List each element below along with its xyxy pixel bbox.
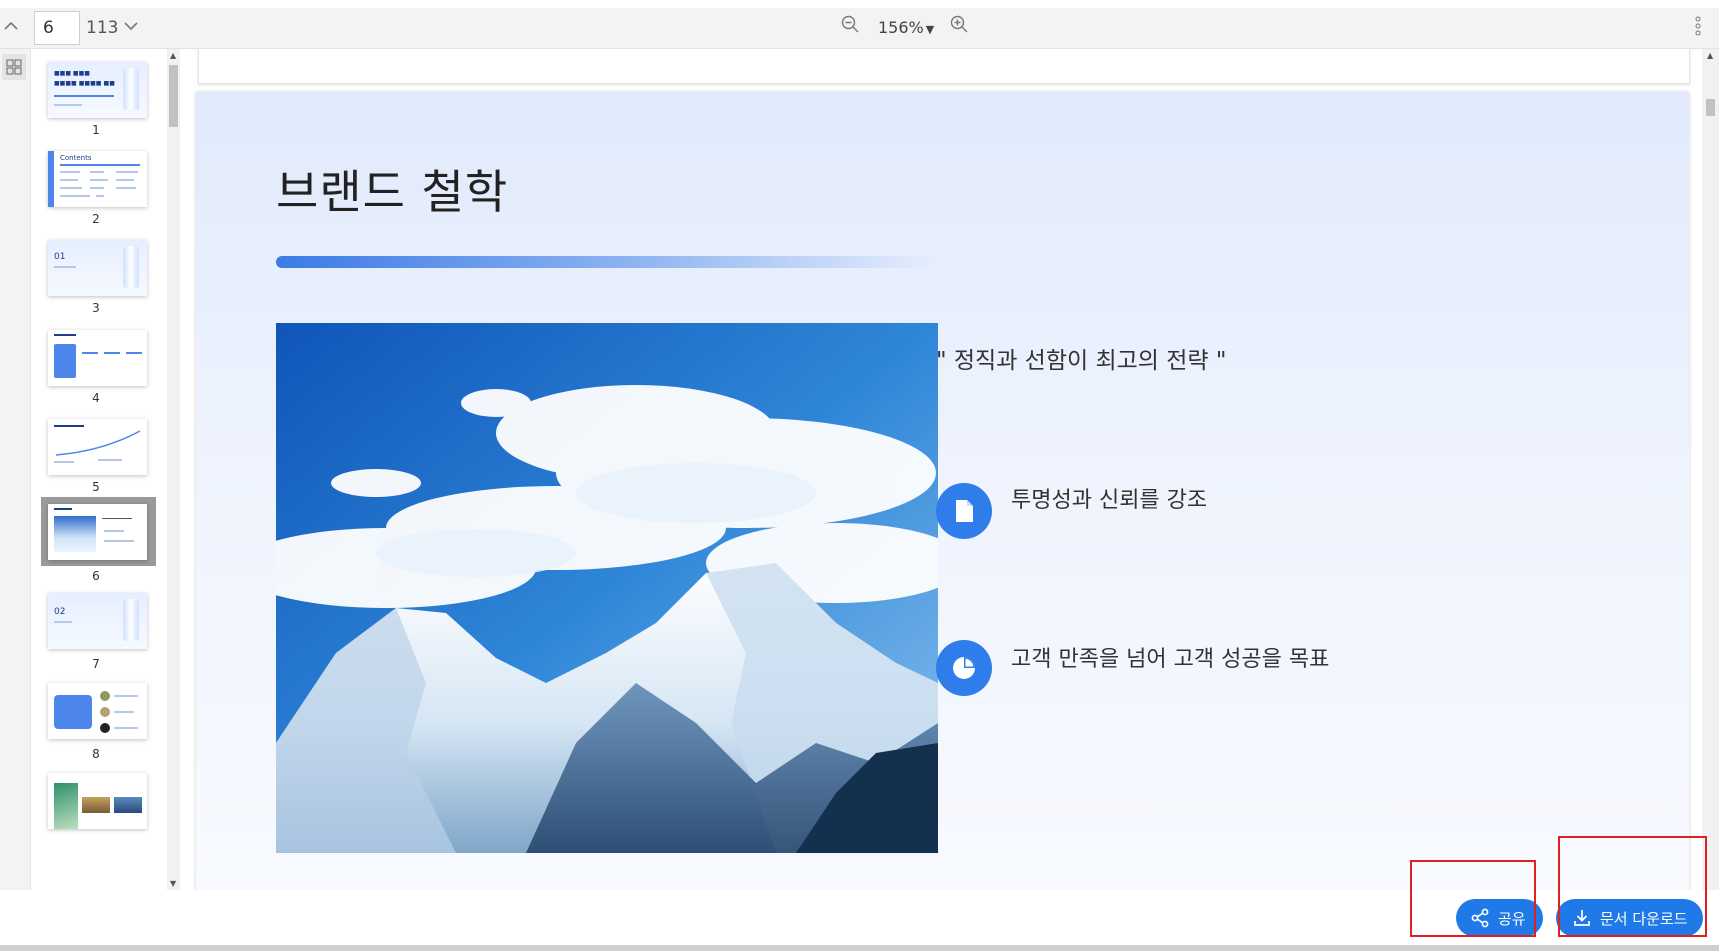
- caret-down-icon: ▼: [925, 23, 935, 36]
- highlight-box-share: [1410, 860, 1536, 937]
- scroll-down-arrow-icon[interactable]: ▼: [170, 879, 176, 888]
- slide-page-6: 브랜드 철학 " 정직과 선함이 최고의 전략 " 투명성과 신뢰를 강조 고객…: [196, 92, 1689, 890]
- scroll-up-arrow-icon[interactable]: ▲: [170, 51, 176, 60]
- thumbnail-caption: 3: [92, 301, 100, 315]
- thumbnail-caption: 8: [92, 747, 100, 761]
- thumbnail-caption: 4: [92, 391, 100, 405]
- highlight-box-download: [1558, 836, 1707, 937]
- bottom-border: [0, 945, 1719, 951]
- zoom-value: 156%: [878, 18, 924, 37]
- page-number-input[interactable]: [34, 11, 80, 45]
- scrollbar-thumb[interactable]: [169, 65, 178, 127]
- thumbnail-caption: 1: [92, 123, 100, 137]
- document-icon: [936, 483, 992, 539]
- thumbnail-caption: 5: [92, 480, 100, 494]
- grid-view-icon[interactable]: [2, 54, 26, 80]
- thumbnail-panel: ■■■ ■■■ ■■■■ ■■■■ ■■ 1 Contents 2 01 3 4: [31, 49, 182, 890]
- thumbnail-scrollbar[interactable]: ▲ ▼: [167, 49, 180, 890]
- document-scrollbar[interactable]: ▲: [1702, 49, 1719, 890]
- thumbnail-text: 02: [54, 607, 66, 617]
- slide-title: 브랜드 철학: [276, 165, 509, 219]
- point-text-1: 투명성과 신뢰를 강조: [1011, 488, 1208, 513]
- zoom-select[interactable]: 156% ▼: [878, 18, 934, 37]
- thumbnail-page-7[interactable]: 02: [48, 593, 147, 649]
- thumbnail-caption: 7: [92, 657, 100, 671]
- zoom-out-icon[interactable]: [840, 14, 860, 34]
- total-pages: 113: [86, 18, 119, 38]
- thumbnail-page-6[interactable]: [48, 504, 147, 560]
- thumbnail-text: 01: [54, 252, 66, 262]
- scrollbar-thumb[interactable]: [1706, 99, 1715, 116]
- thumbnail-page-4[interactable]: [48, 330, 147, 386]
- document-view: 브랜드 철학 " 정직과 선함이 최고의 전략 " 투명성과 신뢰를 강조 고객…: [182, 49, 1702, 890]
- thumbnail-page-2[interactable]: Contents: [48, 151, 147, 207]
- thumbnail-caption: 6: [92, 569, 100, 583]
- viewer-toolbar: 113 156%▼: [0, 8, 1719, 49]
- slide-quote: " 정직과 선함이 최고의 전략 ": [936, 348, 1227, 374]
- more-vertical-icon[interactable]: [1693, 14, 1703, 38]
- thumbnail-page-5[interactable]: [48, 419, 147, 475]
- thumbnail-page-1[interactable]: ■■■ ■■■ ■■■■ ■■■■ ■■: [48, 62, 147, 118]
- chevron-down-icon[interactable]: [122, 17, 140, 35]
- thumbnail-caption: 2: [92, 212, 100, 226]
- previous-page-edge: [198, 49, 1690, 84]
- point-text-2: 고객 만족을 넘어 고객 성공을 목표: [1011, 647, 1330, 672]
- chevron-up-icon[interactable]: [2, 17, 20, 35]
- pie-chart-icon: [936, 640, 992, 696]
- thumbnail-text: Contents: [60, 154, 92, 162]
- thumbnail-page-8[interactable]: [48, 683, 147, 739]
- zoom-in-icon[interactable]: [949, 14, 969, 34]
- thumbnail-page-9[interactable]: [48, 773, 147, 829]
- thumbnail-page-3[interactable]: 01: [48, 240, 147, 296]
- sidebar-rail: [0, 49, 31, 890]
- title-underline-bar: [276, 256, 936, 268]
- mountain-photo: [276, 323, 938, 853]
- scroll-up-arrow-icon[interactable]: ▲: [1707, 51, 1713, 60]
